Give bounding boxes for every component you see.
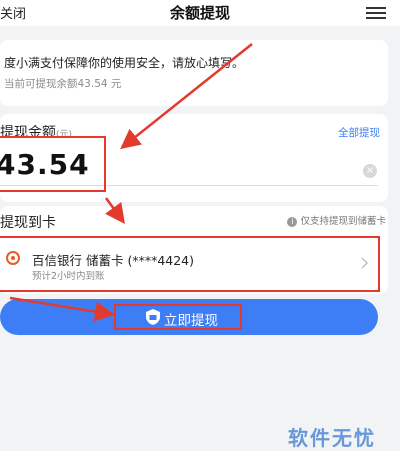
arrow-to-button (9, 296, 115, 322)
arrow-to-card (104, 197, 125, 225)
arrow-to-amount (120, 43, 253, 150)
annotation-arrows (9, 43, 253, 322)
